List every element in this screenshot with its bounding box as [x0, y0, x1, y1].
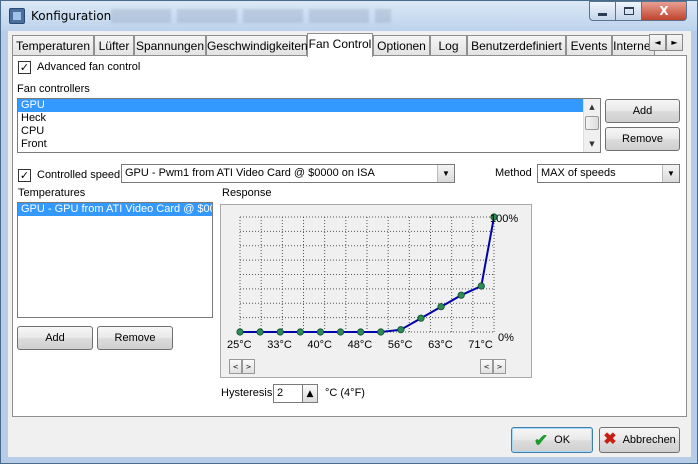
response-point[interactable] [477, 282, 485, 290]
response-point[interactable] [336, 328, 345, 336]
x-tick-label: 63°C [428, 339, 453, 351]
tab-log[interactable]: Log [430, 35, 467, 55]
left-scroll-arrows: < > [229, 359, 255, 374]
controlled-speed-select[interactable]: GPU - Pwm1 from ATI Video Card @ $0000 o… [121, 164, 455, 183]
x-tick-label: 25°C [227, 339, 252, 351]
controlled-speed-value: GPU - Pwm1 from ATI Video Card @ $0000 o… [125, 167, 375, 179]
chevron-down-icon[interactable]: ▼ [662, 165, 679, 182]
cancel-icon: ✖ [603, 431, 617, 448]
add-temperature-button[interactable]: Add [17, 326, 93, 350]
tab-temperaturen[interactable]: Temperaturen [12, 35, 94, 55]
stepper-icon: ▲ [306, 388, 314, 399]
hysteresis-stepper[interactable]: ▲ [302, 384, 318, 403]
advanced-fan-control-label: Advanced fan control [37, 61, 141, 73]
x-tick-label: 40°C [307, 339, 332, 351]
response-point[interactable] [437, 303, 445, 311]
x-tick-label: 56°C [387, 339, 413, 351]
response-point[interactable] [236, 328, 244, 336]
tab-geschwindigkeiten[interactable]: Geschwindigkeiten [206, 35, 308, 55]
tab-scroll-right-icon[interactable]: ► [666, 34, 683, 51]
temperatures-label: Temperatures [18, 187, 86, 199]
response-chart[interactable] [221, 205, 531, 377]
tab-scroll: ◄ ► [649, 34, 683, 51]
x-tick-label: 48°C [347, 339, 373, 351]
config-window: Konfiguration X Temperaturen Lüfter Span… [0, 0, 698, 464]
maximize-button[interactable] [615, 1, 642, 21]
scroll-down-icon[interactable]: ▼ [584, 136, 600, 152]
shift-right-icon[interactable]: > [242, 359, 255, 374]
maximize-icon [623, 7, 634, 15]
x-tick-label: 71°C [468, 339, 493, 351]
fan-controllers-scrollbar[interactable]: ▲ ▼ [583, 99, 600, 152]
fan-control-panel: ✓ Advanced fan control Fan controllers G… [12, 55, 687, 417]
fan-controllers-label: Fan controllers [17, 83, 90, 95]
tab-benutzerdefiniert[interactable]: Benutzerdefiniert [467, 35, 566, 55]
hysteresis-input[interactable]: 2 [273, 384, 303, 403]
controlled-speed-label: Controlled speed [37, 169, 121, 181]
response-point[interactable] [457, 291, 465, 299]
response-point[interactable] [377, 328, 385, 336]
remove-temperature-button[interactable]: Remove [97, 326, 173, 350]
response-point[interactable] [276, 328, 284, 336]
minimize-icon [598, 12, 607, 16]
scroll-thumb[interactable] [585, 116, 599, 130]
list-item[interactable]: Front [18, 138, 600, 151]
fan-controllers-list[interactable]: GPU Heck CPU Front ▲ ▼ [17, 98, 601, 153]
add-fan-controller-button[interactable]: Add [605, 99, 680, 123]
remove-fan-controller-button[interactable]: Remove [605, 127, 680, 151]
chevron-down-icon[interactable]: ▼ [437, 165, 454, 182]
ok-button[interactable]: ✔ OK [511, 427, 593, 453]
controlled-speed-checkbox[interactable]: ✓ [18, 169, 31, 182]
tab-events[interactable]: Events [566, 35, 612, 55]
cancel-button[interactable]: ✖ Abbrechen [599, 427, 680, 453]
response-point[interactable] [316, 328, 325, 336]
response-point[interactable] [417, 314, 425, 322]
list-item[interactable]: CPU [18, 125, 600, 138]
advanced-fan-control-checkbox[interactable]: ✓ [18, 61, 31, 74]
ok-label: OK [554, 434, 571, 446]
minimize-button[interactable] [589, 1, 616, 21]
temperatures-list[interactable]: GPU - GPU from ATI Video Card @ $0000 [17, 202, 213, 318]
checkmark-icon: ✔ [533, 430, 549, 450]
hysteresis-unit: °C (4°F) [325, 387, 365, 399]
response-point[interactable] [397, 326, 405, 334]
close-icon: X [659, 4, 669, 18]
tab-fan-control[interactable]: Fan Control [307, 33, 373, 57]
blurred-background-title [111, 9, 391, 23]
tab-luefter[interactable]: Lüfter [94, 35, 134, 55]
method-label: Method [495, 167, 532, 179]
method-value: MAX of speeds [541, 167, 616, 179]
right-scroll-arrows: < > [480, 359, 506, 374]
shift-left-icon[interactable]: < [229, 359, 242, 374]
x-tick-label: 33°C [267, 339, 292, 351]
tab-optionen[interactable]: Optionen [373, 35, 430, 55]
response-point[interactable] [357, 328, 365, 336]
list-item[interactable]: Heck [18, 112, 600, 125]
response-point[interactable] [256, 328, 264, 336]
tab-spannungen[interactable]: Spannungen [134, 35, 206, 55]
app-icon [9, 8, 25, 24]
y-min-label: 0% [498, 332, 514, 344]
scroll-up-icon[interactable]: ▲ [584, 99, 600, 115]
shift-right-icon[interactable]: > [493, 359, 506, 374]
close-button[interactable]: X [641, 1, 687, 21]
list-item[interactable]: GPU [18, 99, 600, 112]
hysteresis-label: Hysteresis [221, 387, 273, 399]
window-title: Konfiguration [31, 9, 112, 23]
tab-scroll-left-icon[interactable]: ◄ [649, 34, 666, 51]
list-item[interactable]: GPU - GPU from ATI Video Card @ $0000 [18, 203, 212, 216]
response-point[interactable] [296, 328, 304, 336]
response-label: Response [222, 187, 272, 199]
y-max-label: 100% [490, 213, 519, 225]
response-chart-box: 100% 0% 25°C 33°C 40°C 48°C 56°C 63°C 71°C < >… [220, 204, 532, 378]
client-area: Temperaturen Lüfter Spannungen Geschwind… [8, 31, 691, 457]
method-select[interactable]: MAX of speeds ▼ [537, 164, 680, 183]
title-bar[interactable]: Konfiguration X [1, 1, 697, 31]
shift-left-icon[interactable]: < [480, 359, 493, 374]
cancel-label: Abbrechen [622, 434, 676, 446]
